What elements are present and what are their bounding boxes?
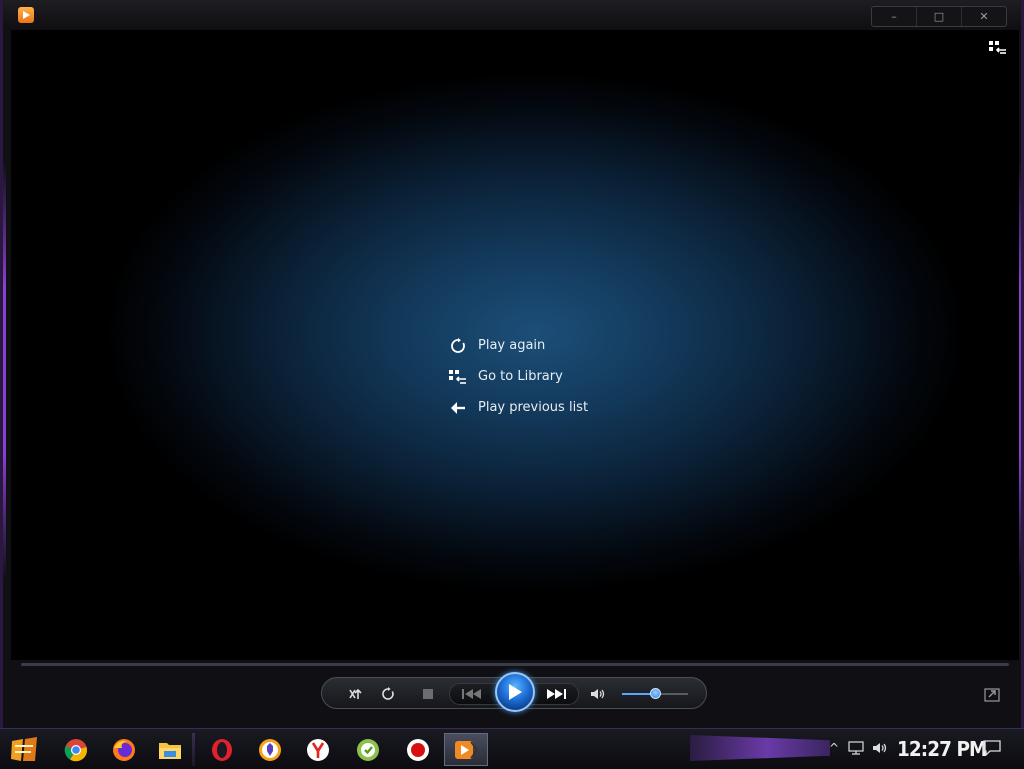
- close-button[interactable]: ✕: [962, 7, 1006, 26]
- media-player-window: – □ ✕ Play again Go to Library Play prev…: [0, 0, 1024, 728]
- next-button[interactable]: [544, 684, 570, 704]
- shuffle-button[interactable]: [347, 684, 367, 704]
- volume-thumb[interactable]: [650, 688, 661, 699]
- network-icon[interactable]: [847, 739, 865, 757]
- mute-button[interactable]: [588, 684, 608, 704]
- volume-tray-icon[interactable]: [871, 739, 889, 757]
- title-bar[interactable]: – □ ✕: [3, 0, 1021, 30]
- play-again-label: Play again: [478, 338, 546, 353]
- window-glow-left: [3, 160, 6, 580]
- stop-icon: [423, 689, 433, 699]
- fullscreen-button[interactable]: [984, 687, 1000, 702]
- playback-end-menu: Play again Go to Library Play previous l…: [449, 330, 588, 423]
- volume-slider[interactable]: [622, 688, 688, 699]
- video-area[interactable]: Play again Go to Library Play previous l…: [11, 30, 1019, 660]
- play-previous-list-option[interactable]: Play previous list: [449, 392, 588, 423]
- repeat-button[interactable]: [378, 684, 398, 704]
- next-icon: [547, 689, 566, 699]
- chrome-icon: [64, 738, 88, 761]
- opera-icon: [212, 738, 232, 761]
- media-player-app-icon[interactable]: [18, 7, 34, 23]
- minimize-button[interactable]: –: [872, 7, 917, 26]
- maximize-button[interactable]: □: [917, 7, 962, 26]
- shuffle-icon: [349, 688, 362, 699]
- show-hidden-icons-button[interactable]: ^: [825, 739, 843, 757]
- taskbar-green-app[interactable]: [346, 733, 390, 766]
- play-icon: [509, 684, 522, 700]
- taskbar-brave[interactable]: [248, 733, 292, 766]
- previous-icon: [462, 689, 481, 699]
- taskbar-screen-recorder[interactable]: [396, 733, 440, 766]
- taskbar-clock[interactable]: 12:27 PM: [897, 735, 987, 763]
- go-to-library-label: Go to Library: [478, 369, 563, 384]
- brave-icon: [259, 738, 281, 761]
- seek-bar[interactable]: [21, 663, 1009, 666]
- replay-icon: [449, 337, 467, 355]
- media-player-icon: [455, 740, 478, 759]
- start-icon: [11, 736, 37, 761]
- taskbar-file-explorer[interactable]: [148, 733, 192, 766]
- playback-controls: [321, 672, 707, 712]
- speaker-icon: [591, 689, 605, 699]
- taskbar-opera[interactable]: [200, 733, 244, 766]
- taskbar-firefox[interactable]: [102, 733, 146, 766]
- taskbar-chrome[interactable]: [54, 733, 98, 766]
- go-to-library-option[interactable]: Go to Library: [449, 361, 588, 392]
- firefox-icon: [113, 738, 135, 761]
- start-button[interactable]: [2, 733, 46, 766]
- yandex-icon: [307, 738, 329, 761]
- play-previous-list-label: Play previous list: [478, 400, 589, 415]
- taskbar-decoration: [690, 735, 830, 761]
- green-app-icon: [357, 738, 379, 761]
- back-arrow-icon: [449, 399, 467, 417]
- switch-to-library-icon[interactable]: [989, 40, 1007, 54]
- taskbar-media-player[interactable]: [444, 733, 488, 766]
- record-icon: [407, 738, 429, 761]
- taskbar: ^ 12:27 PM: [0, 728, 1024, 769]
- play-button[interactable]: [495, 672, 535, 712]
- fullscreen-icon: [984, 688, 1000, 702]
- previous-button[interactable]: [459, 684, 485, 704]
- taskbar-separator: [192, 733, 195, 766]
- taskbar-yandex[interactable]: [296, 733, 340, 766]
- window-controls: – □ ✕: [871, 6, 1007, 27]
- play-again-option[interactable]: Play again: [449, 330, 588, 361]
- repeat-icon: [382, 687, 394, 700]
- stop-button[interactable]: [418, 684, 438, 704]
- notification-center-icon[interactable]: [983, 739, 1001, 757]
- library-icon: [449, 368, 467, 386]
- file-explorer-icon: [159, 742, 181, 759]
